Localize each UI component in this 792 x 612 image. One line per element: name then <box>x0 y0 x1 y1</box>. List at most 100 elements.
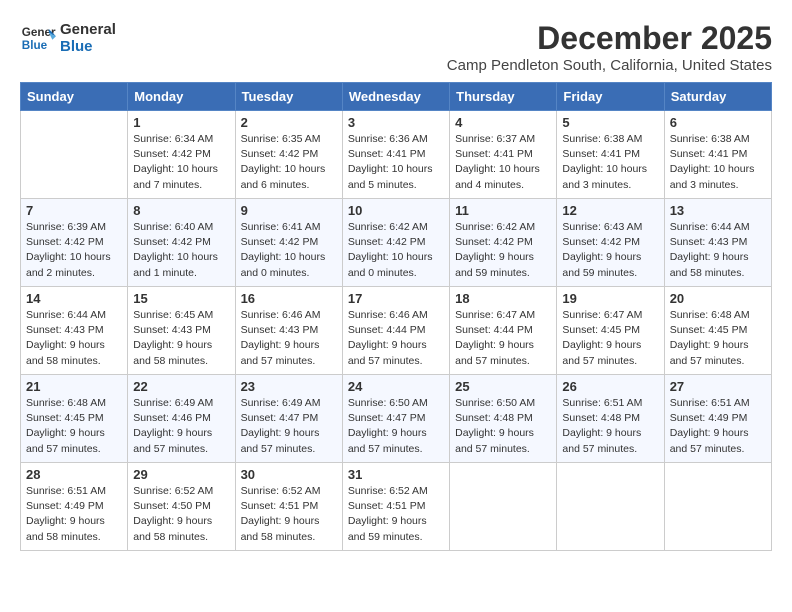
cell-details: Sunrise: 6:44 AMSunset: 4:43 PMDaylight:… <box>26 308 122 369</box>
calendar-table: SundayMondayTuesdayWednesdayThursdayFrid… <box>20 82 772 551</box>
table-row: 10Sunrise: 6:42 AMSunset: 4:42 PMDayligh… <box>342 199 449 287</box>
logo: General Blue General Blue <box>20 20 116 56</box>
title-area: December 2025 Camp Pendleton South, Cali… <box>447 20 772 74</box>
calendar-week-4: 21 Sunrise: 6:48 AMSunset: 4:45 PMDayligh… <box>21 375 772 463</box>
table-row: 26Sunrise: 6:51 AMSunset: 4:48 PMDayligh… <box>557 375 664 463</box>
day-number: 27 <box>670 379 766 394</box>
month-title: December 2025 <box>447 20 772 57</box>
cell-details: Sunrise: 6:34 AMSunset: 4:42 PMDaylight:… <box>133 132 229 193</box>
table-row: 9 Sunrise: 6:41 AMSunset: 4:42 PMDaylight… <box>235 199 342 287</box>
cell-details: Sunrise: 6:37 AMSunset: 4:41 PMDaylight:… <box>455 132 551 193</box>
cell-details: Sunrise: 6:48 AMSunset: 4:45 PMDaylight:… <box>26 396 122 457</box>
weekday-header-sunday: Sunday <box>21 83 128 111</box>
cell-details: Sunrise: 6:51 AMSunset: 4:49 PMDaylight:… <box>670 396 766 457</box>
table-row: 12Sunrise: 6:43 AMSunset: 4:42 PMDayligh… <box>557 199 664 287</box>
day-number: 6 <box>670 115 766 130</box>
cell-details: Sunrise: 6:52 AMSunset: 4:51 PMDaylight:… <box>241 484 337 545</box>
cell-details: Sunrise: 6:42 AMSunset: 4:42 PMDaylight:… <box>348 220 444 281</box>
table-row: 18 Sunrise: 6:47 AMSunset: 4:44 PMDayligh… <box>450 287 557 375</box>
weekday-header-row: SundayMondayTuesdayWednesdayThursdayFrid… <box>21 83 772 111</box>
table-row: 11 Sunrise: 6:42 AMSunset: 4:42 PMDayligh… <box>450 199 557 287</box>
cell-details: Sunrise: 6:47 AMSunset: 4:44 PMDaylight:… <box>455 308 551 369</box>
weekday-header-tuesday: Tuesday <box>235 83 342 111</box>
table-row: 30Sunrise: 6:52 AMSunset: 4:51 PMDayligh… <box>235 463 342 551</box>
table-row: 7Sunrise: 6:39 AMSunset: 4:42 PMDaylight… <box>21 199 128 287</box>
table-row: 16Sunrise: 6:46 AMSunset: 4:43 PMDayligh… <box>235 287 342 375</box>
cell-details: Sunrise: 6:38 AMSunset: 4:41 PMDaylight:… <box>562 132 658 193</box>
day-number: 28 <box>26 467 122 482</box>
day-number: 24 <box>348 379 444 394</box>
table-row: 4 Sunrise: 6:37 AMSunset: 4:41 PMDaylight… <box>450 111 557 199</box>
table-row: 29Sunrise: 6:52 AMSunset: 4:50 PMDayligh… <box>128 463 235 551</box>
table-row: 21 Sunrise: 6:48 AMSunset: 4:45 PMDayligh… <box>21 375 128 463</box>
day-number: 16 <box>241 291 337 306</box>
table-row <box>450 463 557 551</box>
logo-text-blue: Blue <box>60 38 116 55</box>
cell-details: Sunrise: 6:36 AMSunset: 4:41 PMDaylight:… <box>348 132 444 193</box>
day-number: 4 <box>455 115 551 130</box>
table-row: 13 Sunrise: 6:44 AMSunset: 4:43 PMDayligh… <box>664 199 771 287</box>
table-row <box>21 111 128 199</box>
cell-details: Sunrise: 6:35 AMSunset: 4:42 PMDaylight:… <box>241 132 337 193</box>
table-row: 22 Sunrise: 6:49 AMSunset: 4:46 PMDayligh… <box>128 375 235 463</box>
cell-details: Sunrise: 6:52 AMSunset: 4:50 PMDaylight:… <box>133 484 229 545</box>
cell-details: Sunrise: 6:46 AMSunset: 4:44 PMDaylight:… <box>348 308 444 369</box>
header: General Blue General Blue December 2025 … <box>20 20 772 74</box>
cell-details: Sunrise: 6:49 AMSunset: 4:46 PMDaylight:… <box>133 396 229 457</box>
day-number: 5 <box>562 115 658 130</box>
table-row: 17 Sunrise: 6:46 AMSunset: 4:44 PMDayligh… <box>342 287 449 375</box>
calendar-week-5: 28 Sunrise: 6:51 AMSunset: 4:49 PMDayligh… <box>21 463 772 551</box>
table-row: 23Sunrise: 6:49 AMSunset: 4:47 PMDayligh… <box>235 375 342 463</box>
table-row <box>664 463 771 551</box>
day-number: 19 <box>562 291 658 306</box>
table-row: 28 Sunrise: 6:51 AMSunset: 4:49 PMDayligh… <box>21 463 128 551</box>
day-number: 2 <box>241 115 337 130</box>
day-number: 3 <box>348 115 444 130</box>
day-number: 7 <box>26 203 122 218</box>
day-number: 13 <box>670 203 766 218</box>
weekday-header-wednesday: Wednesday <box>342 83 449 111</box>
day-number: 14 <box>26 291 122 306</box>
day-number: 20 <box>670 291 766 306</box>
cell-details: Sunrise: 6:43 AMSunset: 4:42 PMDaylight:… <box>562 220 658 281</box>
day-number: 17 <box>348 291 444 306</box>
day-number: 9 <box>241 203 337 218</box>
cell-details: Sunrise: 6:41 AMSunset: 4:42 PMDaylight:… <box>241 220 337 281</box>
cell-details: Sunrise: 6:40 AMSunset: 4:42 PMDaylight:… <box>133 220 229 281</box>
day-number: 22 <box>133 379 229 394</box>
day-number: 23 <box>241 379 337 394</box>
table-row: 6Sunrise: 6:38 AMSunset: 4:41 PMDaylight… <box>664 111 771 199</box>
weekday-header-monday: Monday <box>128 83 235 111</box>
day-number: 18 <box>455 291 551 306</box>
calendar-week-2: 7Sunrise: 6:39 AMSunset: 4:42 PMDaylight… <box>21 199 772 287</box>
table-row: 5 Sunrise: 6:38 AMSunset: 4:41 PMDaylight… <box>557 111 664 199</box>
day-number: 21 <box>26 379 122 394</box>
location-title: Camp Pendleton South, California, United… <box>447 57 772 74</box>
day-number: 15 <box>133 291 229 306</box>
cell-details: Sunrise: 6:48 AMSunset: 4:45 PMDaylight:… <box>670 308 766 369</box>
logo-text-general: General <box>60 21 116 38</box>
svg-text:Blue: Blue <box>22 39 48 52</box>
table-row: 20 Sunrise: 6:48 AMSunset: 4:45 PMDayligh… <box>664 287 771 375</box>
cell-details: Sunrise: 6:52 AMSunset: 4:51 PMDaylight:… <box>348 484 444 545</box>
table-row: 3 Sunrise: 6:36 AMSunset: 4:41 PMDaylight… <box>342 111 449 199</box>
table-row: 2 Sunrise: 6:35 AMSunset: 4:42 PMDaylight… <box>235 111 342 199</box>
table-row: 24 Sunrise: 6:50 AMSunset: 4:47 PMDayligh… <box>342 375 449 463</box>
table-row: 19Sunrise: 6:47 AMSunset: 4:45 PMDayligh… <box>557 287 664 375</box>
cell-details: Sunrise: 6:45 AMSunset: 4:43 PMDaylight:… <box>133 308 229 369</box>
table-row: 31 Sunrise: 6:52 AMSunset: 4:51 PMDayligh… <box>342 463 449 551</box>
table-row: 8 Sunrise: 6:40 AMSunset: 4:42 PMDaylight… <box>128 199 235 287</box>
cell-details: Sunrise: 6:50 AMSunset: 4:47 PMDaylight:… <box>348 396 444 457</box>
day-number: 25 <box>455 379 551 394</box>
cell-details: Sunrise: 6:42 AMSunset: 4:42 PMDaylight:… <box>455 220 551 281</box>
table-row: 27 Sunrise: 6:51 AMSunset: 4:49 PMDayligh… <box>664 375 771 463</box>
logo-icon: General Blue <box>20 20 56 56</box>
cell-details: Sunrise: 6:51 AMSunset: 4:48 PMDaylight:… <box>562 396 658 457</box>
cell-details: Sunrise: 6:44 AMSunset: 4:43 PMDaylight:… <box>670 220 766 281</box>
cell-details: Sunrise: 6:51 AMSunset: 4:49 PMDaylight:… <box>26 484 122 545</box>
table-row: 14 Sunrise: 6:44 AMSunset: 4:43 PMDayligh… <box>21 287 128 375</box>
day-number: 11 <box>455 203 551 218</box>
table-row: 15 Sunrise: 6:45 AMSunset: 4:43 PMDayligh… <box>128 287 235 375</box>
day-number: 31 <box>348 467 444 482</box>
day-number: 8 <box>133 203 229 218</box>
